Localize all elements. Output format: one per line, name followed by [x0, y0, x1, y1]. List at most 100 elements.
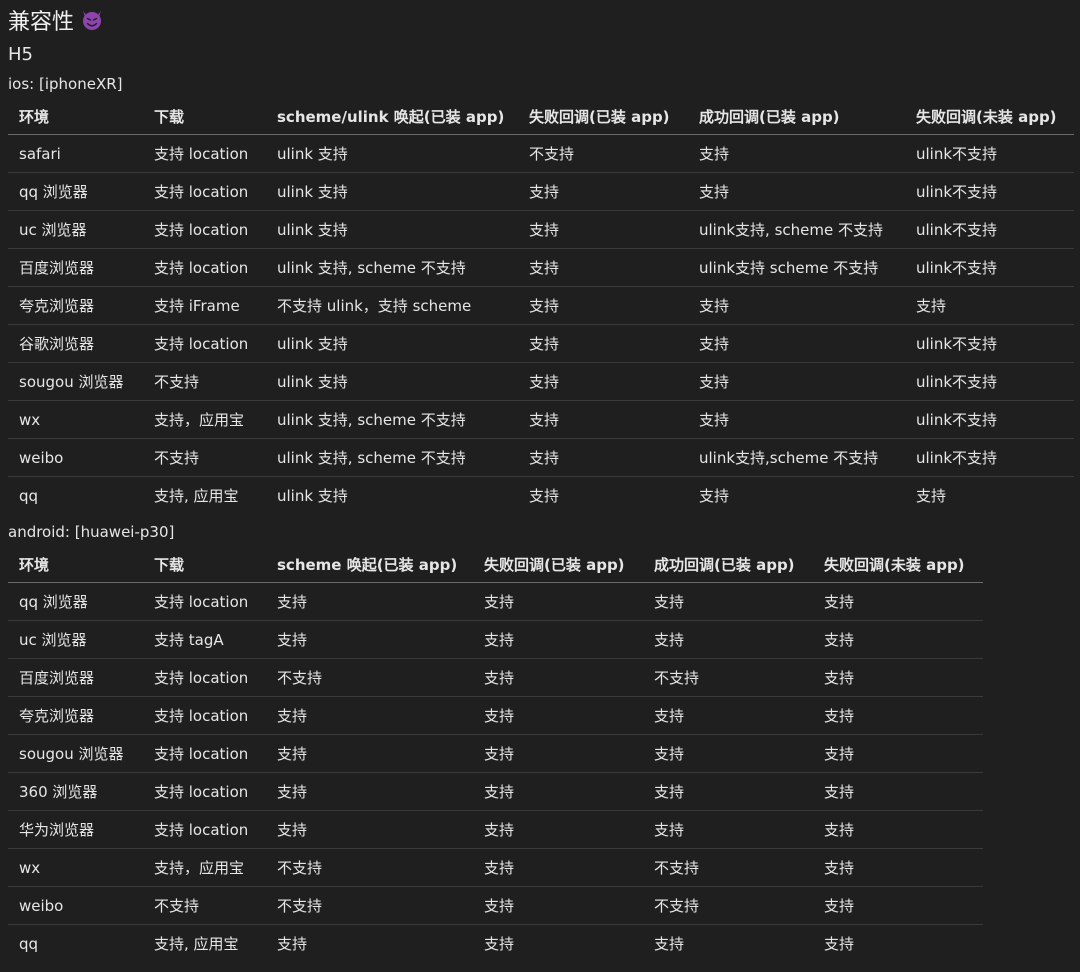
- ios-compatibility-table: 环境 下载 scheme/ulink 唤起(已装 app) 失败回调(已装 ap…: [8, 98, 1074, 514]
- table-cell: 华为浏览器: [8, 810, 143, 849]
- table-cell: 支持: [518, 400, 688, 439]
- table-cell: ulink支持 scheme 不支持: [688, 248, 905, 287]
- page-subtitle: H5: [8, 44, 33, 65]
- table-cell: 支持 location: [143, 172, 266, 211]
- table-cell: 不支持: [643, 848, 813, 887]
- table-cell: 不支持: [643, 658, 813, 697]
- page-title-row: 兼容性: [8, 0, 1072, 40]
- table-cell: 支持: [688, 362, 905, 401]
- column-header: 失败回调(未装 app): [813, 546, 983, 583]
- table-row: qq 支持, 应用宝 支持 支持 支持 支持: [8, 925, 983, 963]
- table-cell: 支持: [266, 696, 473, 735]
- table-row: 华为浏览器 支持 location 支持 支持 支持 支持: [8, 810, 983, 849]
- column-header: 环境: [8, 546, 143, 583]
- table-header-row: 环境 下载 scheme/ulink 唤起(已装 app) 失败回调(已装 ap…: [8, 98, 1074, 135]
- table-cell: ulink支持,scheme 不支持: [688, 438, 905, 477]
- table-cell: qq: [19, 934, 39, 953]
- table-cell: wx: [8, 400, 143, 439]
- table-cell: 支持: [266, 772, 473, 811]
- table-row: wx 支持，应用宝 不支持 支持 不支持 支持: [8, 848, 983, 887]
- column-header: 下载: [143, 98, 266, 135]
- column-header: 失败回调(已装 app): [518, 98, 688, 135]
- table-cell: ulink 支持: [277, 487, 348, 505]
- table-cell: weibo: [8, 886, 143, 925]
- table-cell: 支持: [473, 772, 643, 811]
- table-cell: 不支持: [143, 362, 266, 401]
- table-row: uc 浏览器 支持 tagA 支持 支持 支持 支持: [8, 620, 983, 659]
- table-cell: 支持: [643, 582, 813, 621]
- table-cell: 不支持 ulink，支持 scheme: [266, 286, 518, 325]
- table-cell: 不支持: [143, 886, 266, 925]
- table-cell: 支持: [518, 286, 688, 325]
- table-cell: 不支持: [266, 886, 473, 925]
- table-cell: 支持: [473, 620, 643, 659]
- table-cell: 支持: [813, 658, 983, 697]
- table-cell: 支持: [813, 886, 983, 925]
- table-cell: 360 浏览器: [8, 772, 143, 811]
- table-cell: 支持: [643, 772, 813, 811]
- table-cell: 支持 location: [143, 772, 266, 811]
- table-cell: ulink不支持: [905, 400, 1074, 439]
- table-cell: sougou 浏览器: [8, 734, 143, 773]
- table-cell: safari: [8, 134, 143, 173]
- column-header: 下载: [143, 546, 266, 583]
- table-cell: 支持 location: [143, 582, 266, 621]
- table-cell: 支持: [688, 400, 905, 439]
- table-cell: ulink 支持, scheme 不支持: [266, 400, 518, 439]
- table-cell: 支持: [473, 658, 643, 697]
- table-cell: 支持: [654, 935, 685, 953]
- table-row: 谷歌浏览器 支持 location ulink 支持 支持 支持 ulink不支持: [8, 324, 1074, 363]
- table-cell: 支持: [473, 810, 643, 849]
- android-compatibility-table: 环境 下载 scheme 唤起(已装 app) 失败回调(已装 app) 成功回…: [8, 546, 983, 962]
- column-header: scheme/ulink 唤起(已装 app): [266, 98, 518, 135]
- table-row: qq 浏览器 支持 location 支持 支持 支持 支持: [8, 582, 983, 621]
- table-cell: 支持: [813, 848, 983, 887]
- table-cell: qq 浏览器: [8, 172, 143, 211]
- table-row: qq 支持, 应用宝 ulink 支持 支持 支持 支持: [8, 477, 1074, 515]
- table-cell: weibo: [8, 438, 143, 477]
- column-header: 环境: [8, 98, 143, 135]
- table-cell: 支持: [643, 696, 813, 735]
- table-cell: ulink 支持: [266, 172, 518, 211]
- table-cell: ulink 支持, scheme 不支持: [266, 248, 518, 287]
- table-cell: 支持: [266, 620, 473, 659]
- table-cell: 支持: [518, 438, 688, 477]
- table-cell: ulink 支持: [266, 324, 518, 363]
- table-cell: 支持 location: [143, 734, 266, 773]
- table-cell: qq: [19, 486, 39, 505]
- table-cell: ulink不支持: [905, 210, 1074, 249]
- table-cell: 支持: [643, 734, 813, 773]
- table-cell: 支持 location: [143, 248, 266, 287]
- table-row: safari 支持 location ulink 支持 不支持 支持 ulink不支持: [8, 134, 1074, 173]
- table-cell: 支持: [688, 286, 905, 325]
- table-cell: ulink不支持: [905, 438, 1074, 477]
- table-cell: 支持: [518, 172, 688, 211]
- table-cell: 支持: [699, 487, 730, 505]
- table-cell: ulink支持, scheme 不支持: [688, 210, 905, 249]
- table-cell: 支持，应用宝: [143, 400, 266, 439]
- table-cell: 支持: [473, 696, 643, 735]
- table-cell: 支持: [905, 286, 1074, 325]
- android-table-body: qq 浏览器 支持 location 支持 支持 支持 支持 uc 浏览器 支持 tagA 支持…: [8, 582, 983, 963]
- column-header: 失败回调(未装 app): [905, 98, 1074, 135]
- table-row: sougou 浏览器 支持 location 支持 支持 支持 支持: [8, 734, 983, 773]
- table-row: weibo 不支持 不支持 支持 不支持 支持: [8, 886, 983, 925]
- table-cell: 百度浏览器: [8, 658, 143, 697]
- table-cell: wx: [8, 848, 143, 887]
- table-cell: ulink 支持, scheme 不支持: [266, 438, 518, 477]
- table-cell: 支持 iFrame: [143, 286, 266, 325]
- column-header: 成功回调(已装 app): [688, 98, 905, 135]
- table-cell: 支持 location: [143, 658, 266, 697]
- table-cell: 支持: [518, 248, 688, 287]
- table-cell: 支持 location: [143, 210, 266, 249]
- table-header-row: 环境 下载 scheme 唤起(已装 app) 失败回调(已装 app) 成功回…: [8, 546, 983, 583]
- column-header: 成功回调(已装 app): [643, 546, 813, 583]
- table-cell: sougou 浏览器: [8, 362, 143, 401]
- table-cell: 支持: [916, 487, 947, 505]
- table-row: qq 浏览器 支持 location ulink 支持 支持 支持 ulink不支持: [8, 172, 1074, 211]
- table-cell: 支持: [518, 324, 688, 363]
- table-cell: 支持: [266, 734, 473, 773]
- table-cell: 支持: [688, 172, 905, 211]
- table-cell: 不支持: [518, 134, 688, 173]
- ios-section-label: ios: [iphoneXR]: [8, 75, 123, 93]
